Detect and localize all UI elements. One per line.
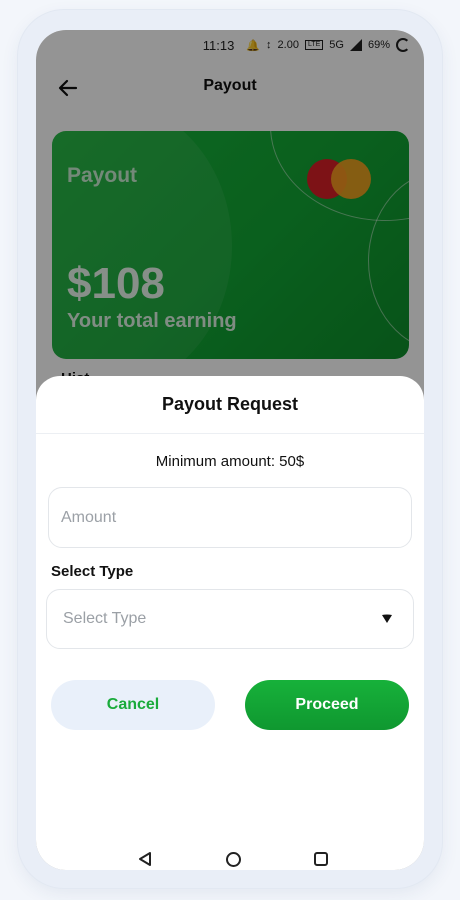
- nav-back-icon[interactable]: [137, 851, 153, 867]
- divider: [36, 433, 424, 434]
- minimum-amount-text: Minimum amount: 50$: [155, 453, 305, 470]
- proceed-button[interactable]: Proceed: [245, 680, 409, 730]
- type-select-placeholder: Select Type: [63, 610, 147, 627]
- phone-screen: 11:13 🔔 ↕ 2.00 LTE 5G 69% Payout Payout …: [36, 30, 424, 870]
- system-nav-bar: [36, 840, 424, 870]
- sheet-title: Payout Request: [161, 394, 299, 414]
- payout-request-sheet: Payout Request Minimum amount: 50$ Selec…: [36, 376, 424, 870]
- amount-input[interactable]: [48, 487, 412, 548]
- nav-recents-icon[interactable]: [314, 852, 328, 866]
- type-select[interactable]: Select Type: [46, 589, 414, 649]
- chevron-down-icon: [382, 614, 392, 623]
- select-type-label: Select Type: [51, 563, 134, 580]
- cancel-button[interactable]: Cancel: [51, 680, 215, 730]
- nav-home-icon[interactable]: [226, 852, 241, 867]
